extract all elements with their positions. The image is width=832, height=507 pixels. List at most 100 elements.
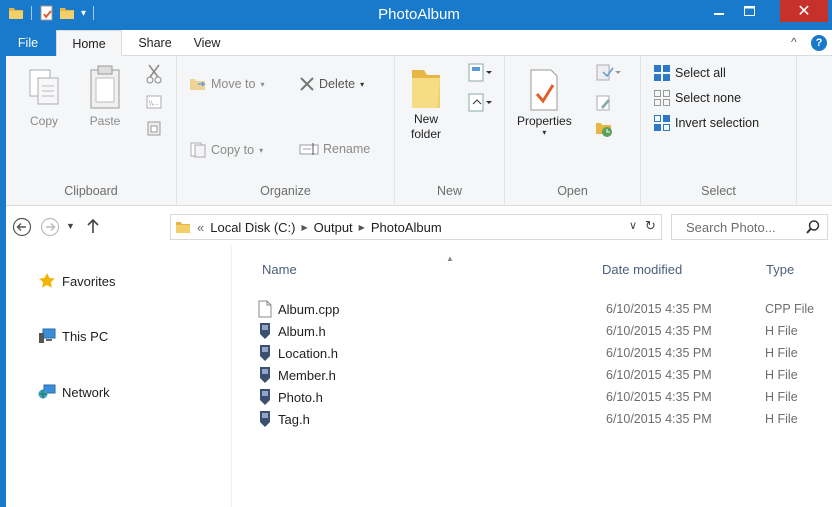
file-name: Album.cpp	[278, 302, 340, 317]
rename-button[interactable]: Rename	[299, 142, 370, 156]
copy-button[interactable]: Copy	[28, 68, 60, 128]
move-to-button[interactable]: Move to ▾	[189, 76, 264, 92]
folder-icon	[176, 222, 190, 233]
breadcrumb-overflow[interactable]: «	[197, 220, 204, 235]
paste-shortcut-button[interactable]	[146, 120, 162, 136]
tab-share[interactable]: Share	[132, 30, 178, 56]
refresh-icon[interactable]: ↻	[645, 218, 661, 234]
minimize-button[interactable]	[704, 0, 734, 22]
file-date: 6/10/2015 4:35 PM	[606, 390, 712, 404]
new-group: New folder New	[395, 56, 505, 204]
tab-view[interactable]: View	[184, 30, 230, 56]
properties-button[interactable]: Properties ▾	[517, 68, 572, 137]
table-row[interactable]: Member.h 6/10/2015 4:35 PM H File	[238, 364, 832, 386]
select-group: Select all Select none Invert selection …	[641, 56, 797, 204]
back-button[interactable]	[12, 217, 32, 237]
invert-selection-button[interactable]: Invert selection	[653, 114, 759, 132]
sort-ascending-icon: ▲	[446, 254, 454, 263]
chevron-down-icon: ▼	[66, 221, 75, 231]
new-folder-button[interactable]: New folder	[409, 62, 443, 142]
network-icon	[38, 384, 56, 399]
file-date: 6/10/2015 4:35 PM	[606, 324, 712, 338]
dropdown-icon: ▾	[542, 128, 547, 137]
history-button[interactable]	[595, 120, 613, 138]
properties-label: Properties	[517, 114, 572, 128]
file-name: Member.h	[278, 368, 336, 383]
file-name: Tag.h	[278, 412, 310, 427]
up-button[interactable]	[86, 217, 100, 235]
breadcrumb-photoalbum[interactable]: PhotoAlbum	[371, 220, 442, 235]
file-type: H File	[765, 346, 798, 360]
paste-shortcut-icon	[147, 121, 161, 136]
rename-label: Rename	[323, 142, 371, 156]
select-group-label: Select	[701, 184, 736, 198]
invert-selection-label: Invert selection	[675, 116, 760, 130]
paste-button[interactable]: Paste	[88, 64, 122, 128]
chevron-right-icon[interactable]: ▶	[301, 223, 307, 232]
table-row[interactable]: Tag.h 6/10/2015 4:35 PM H File	[238, 408, 832, 430]
column-header-date[interactable]: Date modified	[602, 262, 682, 277]
scissors-icon	[146, 64, 162, 84]
copy-to-button[interactable]: Copy to ▾	[189, 142, 263, 158]
paste-icon	[90, 65, 120, 109]
table-row[interactable]: Album.cpp 6/10/2015 4:35 PM CPP File	[238, 298, 832, 320]
cut-button[interactable]	[146, 64, 162, 84]
copy-path-button[interactable]: \\...	[146, 94, 162, 110]
header-file-icon	[260, 389, 270, 405]
recent-locations-button[interactable]: ▼	[66, 221, 75, 231]
file-type: H File	[765, 368, 798, 382]
forward-button[interactable]	[40, 217, 60, 237]
search-box[interactable]: Search Photo...	[671, 214, 828, 240]
breadcrumb-local-disk[interactable]: Local Disk (C:)	[210, 220, 295, 235]
table-row[interactable]: Location.h 6/10/2015 4:35 PM H File	[238, 342, 832, 364]
title-bar[interactable]: ▾ PhotoAlbum ✕	[0, 0, 832, 30]
organize-group: Move to ▾ Delete ▾ Copy to ▾ Rename Organiz…	[177, 56, 395, 204]
address-bar[interactable]: « Local Disk (C:) ▶ Output ▶ PhotoAlbum …	[170, 214, 662, 240]
file-type: H File	[765, 412, 798, 426]
delete-button[interactable]: Delete ▾	[299, 76, 364, 92]
table-row[interactable]: Album.h 6/10/2015 4:35 PM H File	[238, 320, 832, 342]
tab-home[interactable]: Home	[56, 30, 122, 57]
open-button[interactable]	[595, 64, 623, 82]
new-folder-icon[interactable]	[59, 5, 75, 21]
nav-item-network[interactable]: Network	[38, 384, 110, 400]
close-button[interactable]: ✕	[780, 0, 828, 22]
nav-item-favorites[interactable]: Favorites	[38, 272, 115, 290]
select-all-label: Select all	[675, 66, 726, 80]
rename-icon	[299, 143, 319, 155]
new-folder-icon	[412, 70, 440, 108]
search-input[interactable]: Search Photo...	[686, 220, 776, 235]
navigation-pane: Favorites This PC Network	[6, 246, 232, 507]
column-header-name[interactable]: Name	[262, 262, 297, 277]
new-group-label: New	[436, 184, 462, 198]
file-date: 6/10/2015 4:35 PM	[606, 368, 712, 382]
column-header-type[interactable]: Type	[766, 262, 794, 277]
file-type: H File	[765, 390, 798, 404]
file-type: CPP File	[765, 302, 815, 316]
help-icon[interactable]: ?	[811, 35, 827, 51]
new-item-button[interactable]	[467, 62, 493, 84]
customize-toolbar-icon[interactable]: ▾	[81, 8, 86, 19]
table-row[interactable]: Photo.h 6/10/2015 4:35 PM H File	[238, 386, 832, 408]
tab-file[interactable]: File	[0, 30, 56, 56]
copy-icon	[29, 69, 59, 105]
copy-label: Copy	[29, 114, 58, 128]
properties-icon[interactable]	[39, 5, 55, 21]
chevron-right-icon[interactable]: ▶	[359, 223, 365, 232]
select-none-label: Select none	[675, 91, 742, 105]
new-folder-label-2: folder	[410, 127, 442, 141]
document-icon	[258, 300, 272, 318]
easy-access-button[interactable]	[467, 92, 493, 114]
clipboard-group-label: Clipboard	[64, 184, 118, 198]
edit-button[interactable]	[595, 94, 613, 112]
quick-access-toolbar: ▾	[8, 5, 97, 21]
history-icon	[596, 123, 612, 137]
select-all-button[interactable]: Select all	[653, 64, 726, 82]
nav-item-this-pc[interactable]: This PC	[38, 328, 108, 344]
collapse-ribbon-icon[interactable]: ^	[791, 35, 797, 49]
address-dropdown-icon[interactable]: ∨	[629, 219, 637, 232]
file-type: H File	[765, 324, 798, 338]
breadcrumb-output[interactable]: Output	[314, 220, 353, 235]
maximize-button[interactable]	[734, 0, 764, 22]
select-none-button[interactable]: Select none	[653, 89, 741, 107]
